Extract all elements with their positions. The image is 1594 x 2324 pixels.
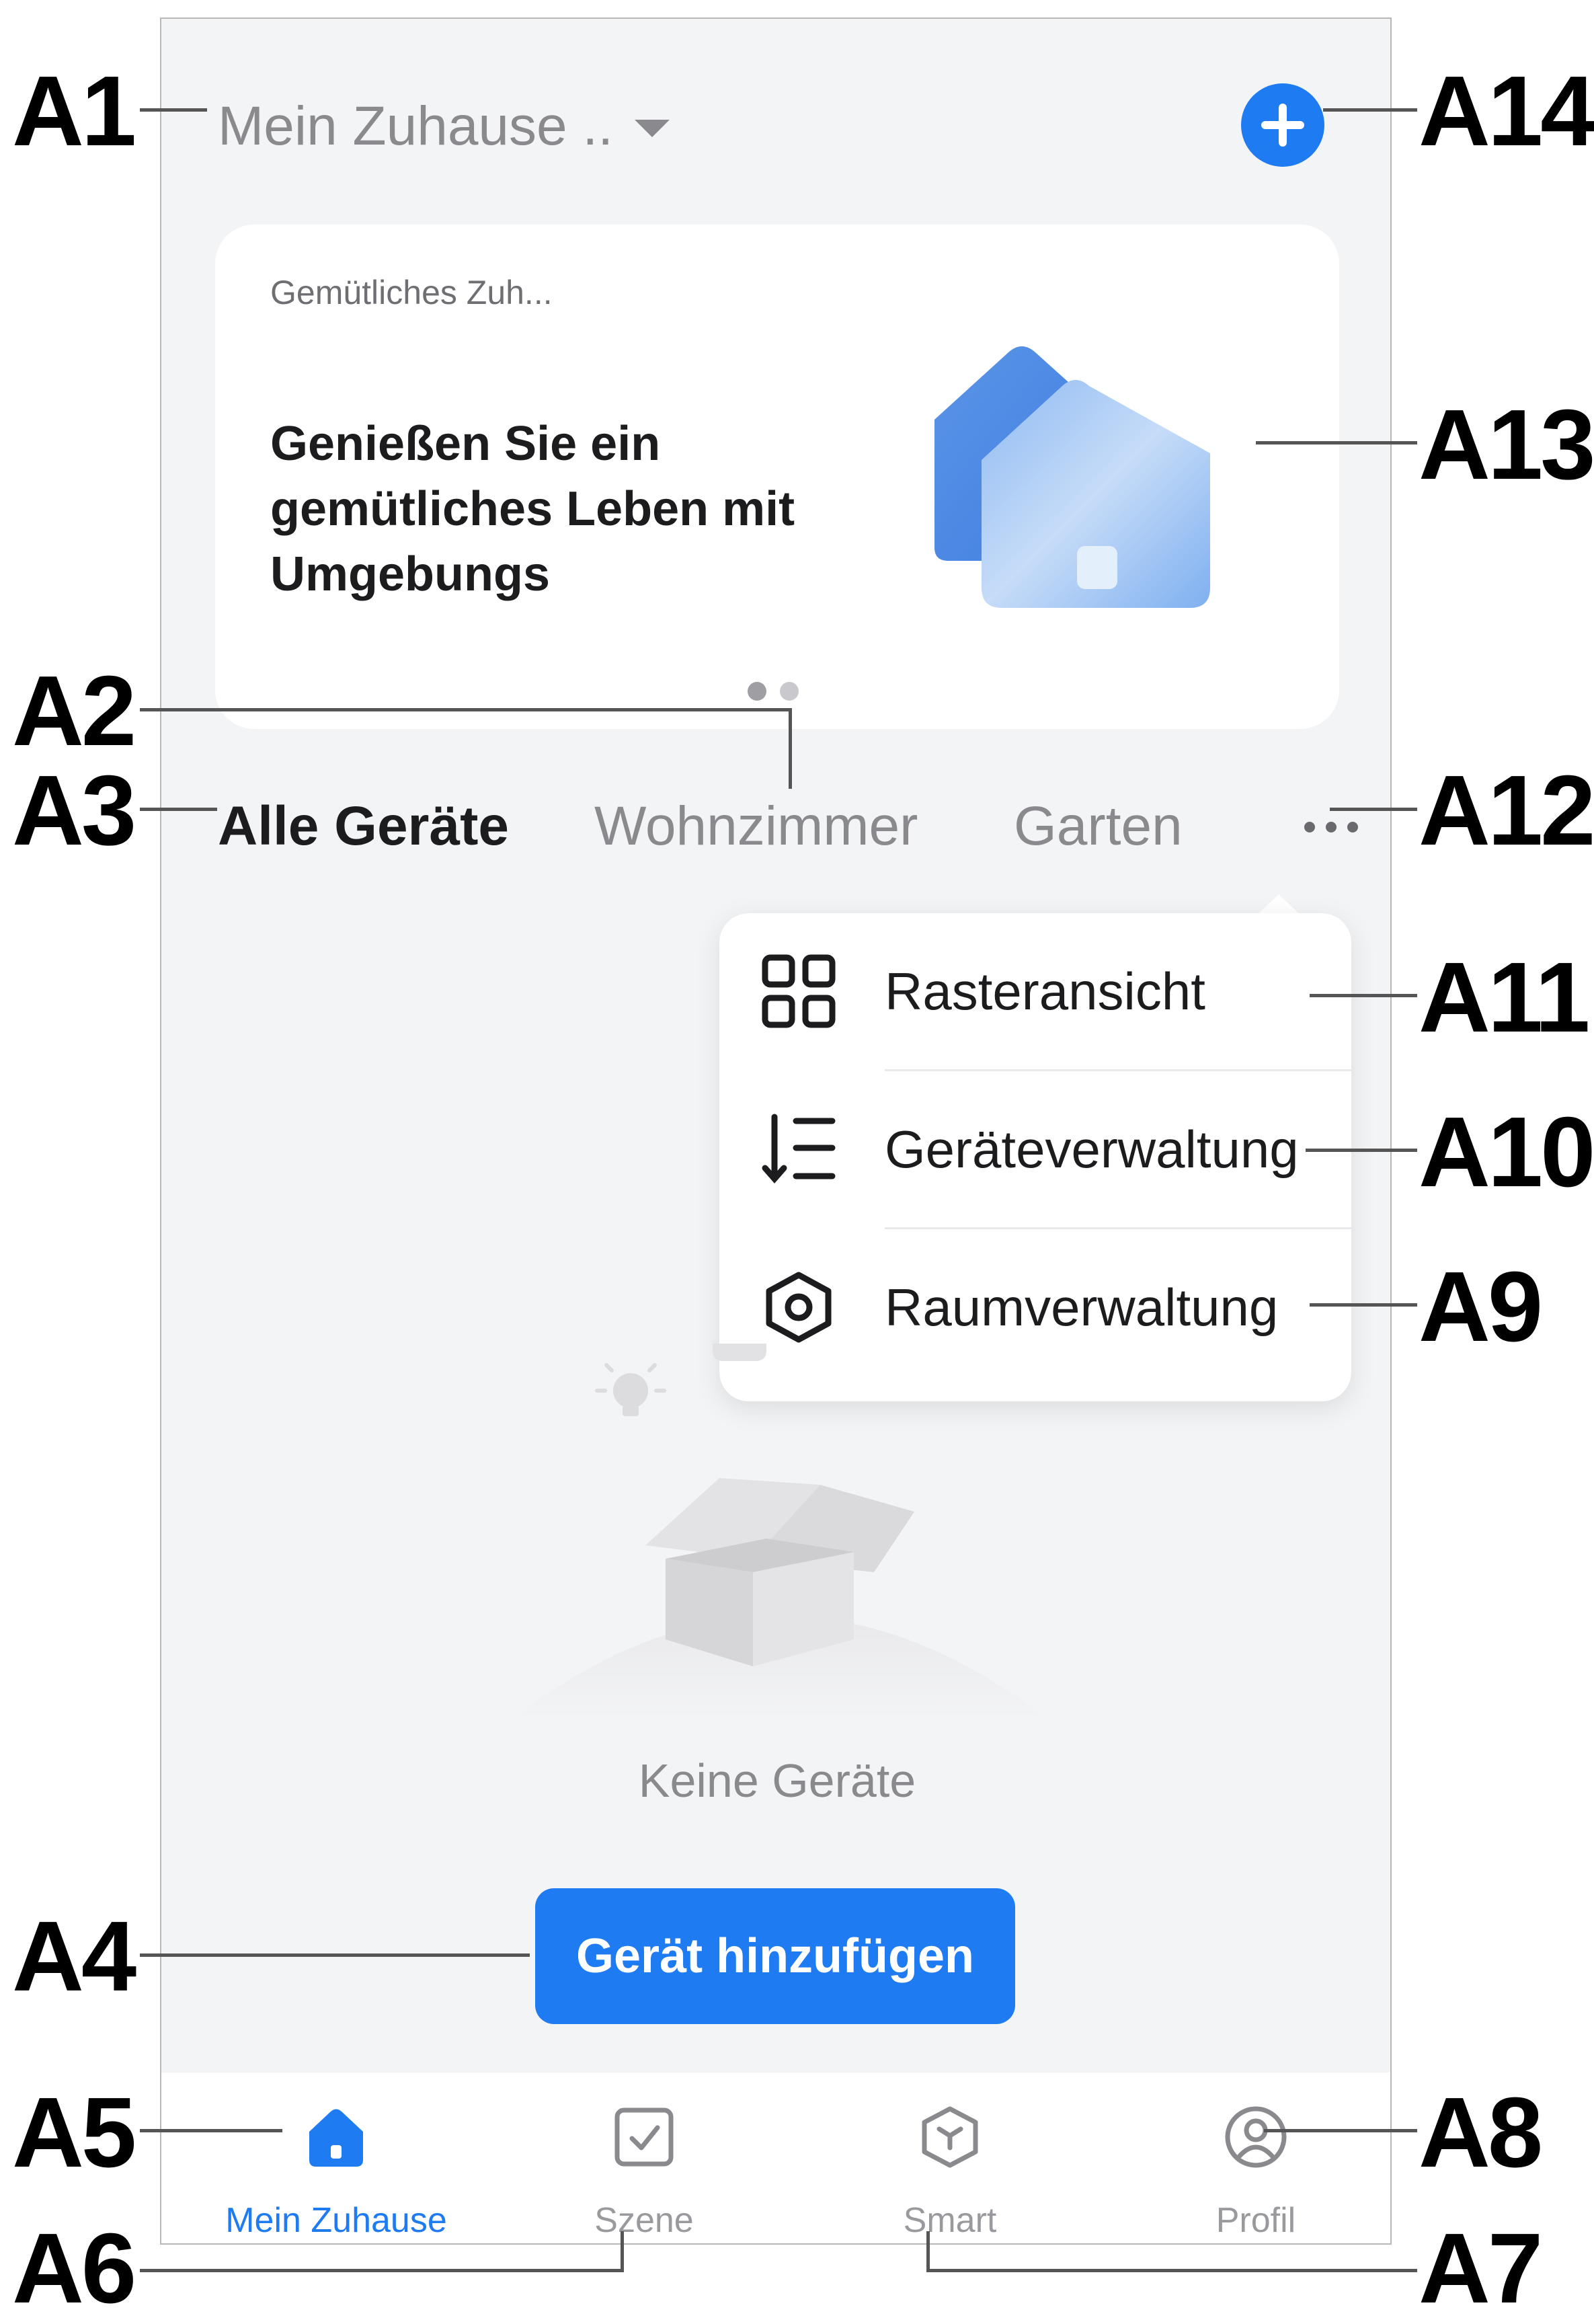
callout-a12: A12 <box>1419 755 1594 866</box>
page-indicator <box>748 682 799 701</box>
hexagon-settings-icon <box>766 1272 832 1343</box>
callout-line <box>140 108 207 112</box>
bottom-nav: Mein Zuhause Szene Smart Profil <box>161 2073 1390 2243</box>
callout-line <box>140 808 217 811</box>
callout-line <box>926 2269 1417 2272</box>
house-illustration <box>934 346 1210 608</box>
banner-kicker: Gemütliches Zuh... <box>270 274 553 311</box>
callout-line <box>140 1953 530 1957</box>
callout-line <box>140 2129 282 2132</box>
banner-headline: Genießen Sie ein gemütliches Leben mit U… <box>270 417 795 601</box>
nav-szene[interactable]: Szene <box>543 2073 745 2243</box>
page-dot <box>748 682 766 701</box>
callout-a3: A3 <box>12 755 136 866</box>
callout-line <box>1306 1149 1417 1152</box>
nav-profil[interactable]: Profil <box>1155 2073 1357 2243</box>
callout-line <box>926 2231 930 2272</box>
sort-list-icon <box>762 1114 836 1184</box>
caret-down-icon <box>634 120 670 137</box>
nav-mein-zuhause[interactable]: Mein Zuhause <box>225 2073 447 2243</box>
callout-a10: A10 <box>1419 1097 1594 1208</box>
add-device-button[interactable]: Gerät hinzufügen <box>535 1888 1015 2024</box>
callout-a6: A6 <box>12 2213 136 2324</box>
callout-a9: A9 <box>1419 1251 1543 1362</box>
menu-item-rasteransicht[interactable]: Rasteransicht <box>719 913 1351 1069</box>
room-tabs: Alle Geräte Wohnzimmer Garten <box>218 776 1358 877</box>
cube-icon <box>922 2106 978 2168</box>
tab-wohnzimmer[interactable]: Wohnzimmer <box>594 776 918 877</box>
dropdown-menu: Rasteransicht Geräteverwaltung Raumverwa… <box>719 913 1351 1401</box>
empty-box-icon <box>511 1344 1049 1720</box>
callout-a7: A7 <box>1419 2213 1543 2324</box>
callout-a8: A8 <box>1419 2077 1543 2188</box>
callout-line <box>621 2231 624 2272</box>
callout-line <box>1323 108 1417 112</box>
callout-a13: A13 <box>1419 389 1594 500</box>
callout-a5: A5 <box>12 2077 136 2188</box>
banner-card[interactable]: Gemütliches Zuh... Genießen Sie ein gemü… <box>215 225 1339 729</box>
profile-icon <box>1225 2106 1287 2168</box>
callout-line <box>1330 808 1417 811</box>
empty-state-text: Keine Geräte <box>638 1754 916 1807</box>
page-dot <box>780 682 799 701</box>
checkbox-icon <box>614 2107 674 2167</box>
callout-a11: A11 <box>1419 942 1590 1053</box>
menu-label: Rasteransicht <box>885 962 1205 1021</box>
callout-line <box>140 708 792 711</box>
nav-label: Profil <box>1216 2201 1296 2240</box>
app-screen: Mein Zuhause .. Gemütliches Zuh... Genie… <box>160 17 1392 2245</box>
callout-line <box>789 708 792 789</box>
home-icon <box>309 2109 363 2167</box>
callout-line <box>140 2269 624 2272</box>
nav-smart[interactable]: Smart <box>849 2073 1051 2243</box>
more-horizontal-icon[interactable] <box>1304 822 1358 832</box>
callout-a14: A14 <box>1419 56 1594 167</box>
home-name: Mein Zuhause .. <box>218 95 613 157</box>
menu-item-geraeteverwaltung[interactable]: Geräteverwaltung <box>719 1071 1351 1227</box>
tab-alle-geraete[interactable]: Alle Geräte <box>218 776 509 877</box>
nav-label: Szene <box>594 2201 694 2240</box>
callout-line <box>1310 1303 1417 1307</box>
home-selector[interactable]: Mein Zuhause .. <box>218 79 670 173</box>
tab-garten[interactable]: Garten <box>1014 776 1183 877</box>
callout-a2: A2 <box>12 656 136 767</box>
callout-a1: A1 <box>12 56 136 167</box>
callout-line <box>1264 2129 1417 2132</box>
grid-icon <box>762 954 836 1028</box>
menu-label: Geräteverwaltung <box>885 1120 1299 1179</box>
callout-a4: A4 <box>12 1901 136 2012</box>
nav-label: Mein Zuhause <box>225 2201 447 2240</box>
nav-label: Smart <box>903 2201 997 2240</box>
callout-line <box>1310 994 1417 997</box>
callout-line <box>1256 441 1417 444</box>
plus-circle-icon[interactable] <box>1241 83 1324 167</box>
